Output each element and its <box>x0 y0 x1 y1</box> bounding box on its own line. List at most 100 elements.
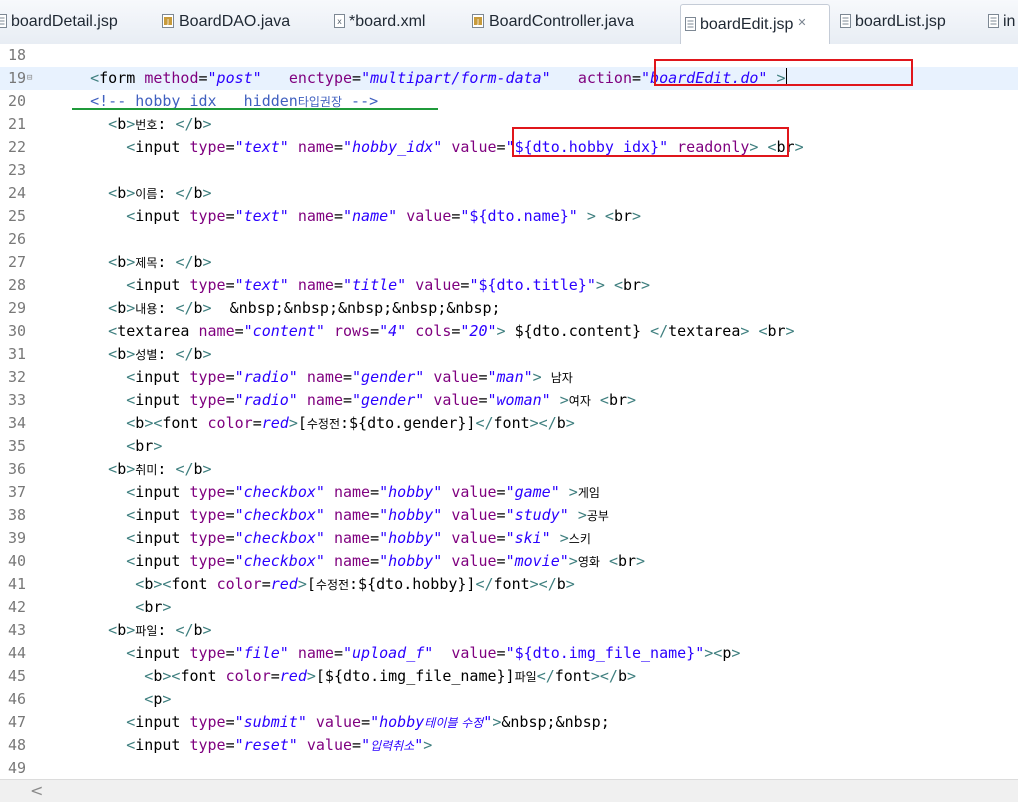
code-token: : <box>157 115 176 133</box>
code-token: font <box>162 414 199 432</box>
code-line[interactable]: 34 <b><font color=red>[수정전:${dto.gender}… <box>0 412 1018 435</box>
code-token: = <box>225 207 235 225</box>
code-token: > <box>162 690 172 708</box>
code-token: < <box>54 529 136 547</box>
horizontal-scrollbar[interactable]: < <box>0 779 1018 802</box>
tab-boarddetail-jsp[interactable]: boardDetail.jsp <box>0 6 138 38</box>
code-token: = <box>496 529 506 547</box>
code-token: > <box>794 138 804 156</box>
code-line[interactable]: 30 <textarea name="content" rows="4" col… <box>0 320 1018 343</box>
tab-in[interactable]: in <box>984 6 1018 38</box>
code-line[interactable]: 48 <input type="reset" value="입력취소"> <box>0 734 1018 757</box>
code-token: type <box>189 368 226 386</box>
code-line[interactable]: 38 <input type="checkbox" name="hobby" v… <box>0 504 1018 527</box>
code-line[interactable]: 39 <input type="checkbox" name="hobby" v… <box>0 527 1018 550</box>
code-token: > <box>565 414 575 432</box>
code-token: input <box>135 391 181 409</box>
tab-boardedit-jsp[interactable]: boardEdit.jsp ✕ <box>680 4 830 44</box>
code-token: 타입권장 <box>297 95 343 109</box>
code-token: font <box>554 667 591 685</box>
code-line[interactable]: 33 <input type="radio" name="gender" val… <box>0 389 1018 412</box>
code-token: < <box>54 368 136 386</box>
code-token: 번호 <box>135 118 158 132</box>
fold-toggle-icon[interactable]: ⊟ <box>27 67 32 90</box>
line-number: 42 <box>7 598 26 616</box>
code-line[interactable]: 29 <b>내용: </b> &nbsp;&nbsp;&nbsp;&nbsp;&… <box>0 297 1018 320</box>
code-token: value <box>451 644 497 662</box>
code-line[interactable]: 41 <b><font color=red>[수정전:${dto.hobby}]… <box>0 573 1018 596</box>
code-token: "${dto.name}" <box>460 207 578 225</box>
code-text: <!-- hobby_idx hidden타입권장 --> <box>54 90 378 114</box>
code-line[interactable]: 22 <input type="text" name="hobby_idx" v… <box>0 136 1018 159</box>
code-token: "content" <box>243 322 325 340</box>
code-token: = <box>370 529 380 547</box>
code-token: "movie" <box>505 552 569 570</box>
line-number: 29 <box>7 299 26 317</box>
code-line[interactable]: 26 <box>0 228 1018 251</box>
code-token: "game" <box>505 483 560 501</box>
code-token: "name" <box>343 207 398 225</box>
code-token: name <box>297 276 334 294</box>
code-line[interactable]: 47 <input type="submit" value="hobby테이블 … <box>0 711 1018 734</box>
tab-board-xml[interactable]: x *board.xml <box>330 6 448 38</box>
code-line[interactable]: 35 <br> <box>0 435 1018 458</box>
code-text: <input type="checkbox" name="hobby" valu… <box>54 550 645 574</box>
code-token: "hobby <box>370 713 425 731</box>
code-line[interactable]: 32 <input type="radio" name="gender" val… <box>0 366 1018 389</box>
code-token: type <box>189 276 226 294</box>
code-line[interactable]: 44 <input type="file" name="upload_f" va… <box>0 642 1018 665</box>
code-token: "man" <box>487 368 533 386</box>
code-token: type <box>189 529 226 547</box>
code-token: b <box>117 621 127 639</box>
close-icon[interactable]: ✕ <box>797 5 806 41</box>
code-token: < <box>54 598 145 616</box>
code-token: [${dto.img_file_name}] <box>315 667 515 685</box>
tab-boarddao-java[interactable]: J BoardDAO.java <box>158 6 308 38</box>
code-token: value <box>315 713 362 731</box>
code-token: b <box>144 575 154 593</box>
code-line[interactable]: 31 <b>성별: </b> <box>0 343 1018 366</box>
code-token: = <box>225 138 235 156</box>
code-line[interactable]: 46 <p> <box>0 688 1018 711</box>
code-token: > <box>641 276 651 294</box>
code-text: <b>파일: </b> <box>54 619 211 643</box>
code-line[interactable]: 23 <box>0 159 1018 182</box>
code-line[interactable]: 49 <box>0 757 1018 780</box>
code-line[interactable]: 25 <input type="text" name="name" value=… <box>0 205 1018 228</box>
code-token: ></ <box>529 414 557 432</box>
tab-label: boardDetail.jsp <box>11 13 118 30</box>
line-number: 36 <box>7 460 26 478</box>
code-line[interactable]: 36 <b>취미: </b> <box>0 458 1018 481</box>
code-token: input <box>135 713 181 731</box>
code-line[interactable]: 27 <b>제목: </b> <box>0 251 1018 274</box>
code-line[interactable]: 21 <b>번호: </b> <box>0 113 1018 136</box>
line-number: 39 <box>7 529 26 547</box>
scroll-left-arrow-icon[interactable]: < <box>30 781 43 800</box>
code-editor[interactable]: 18 19 ⊟ <form method="post" enctype="multi… <box>0 44 1018 779</box>
code-line[interactable]: 43 <b>파일: </b> <box>0 619 1018 642</box>
code-line[interactable]: 28 <input type="text" name="title" value… <box>0 274 1018 297</box>
code-line[interactable]: 24 <b>이름: </b> <box>0 182 1018 205</box>
code-token: = <box>496 644 506 662</box>
code-token: > <box>162 598 172 616</box>
line-number: 33 <box>7 391 26 409</box>
code-line[interactable]: 40 <input type="checkbox" name="hobby" v… <box>0 550 1018 573</box>
code-line[interactable]: 45 <b><font color=red>[${dto.img_file_na… <box>0 665 1018 688</box>
tab-boardcontroller-java[interactable]: J BoardController.java <box>468 6 664 38</box>
code-token: = <box>225 529 235 547</box>
code-token: 게임 <box>577 486 600 500</box>
code-token: > <box>288 414 298 432</box>
code-text: <b>내용: </b> &nbsp;&nbsp;&nbsp;&nbsp;&nbs… <box>54 297 500 321</box>
code-token: name <box>333 506 371 524</box>
code-line[interactable]: 37 <input type="checkbox" name="hobby" v… <box>0 481 1018 504</box>
line-number: 21 <box>7 115 26 133</box>
code-token: = <box>343 368 353 386</box>
tab-boardlist-jsp[interactable]: boardList.jsp <box>836 6 976 38</box>
code-line[interactable]: 42 <br> <box>0 596 1018 619</box>
code-token: > <box>126 253 136 271</box>
